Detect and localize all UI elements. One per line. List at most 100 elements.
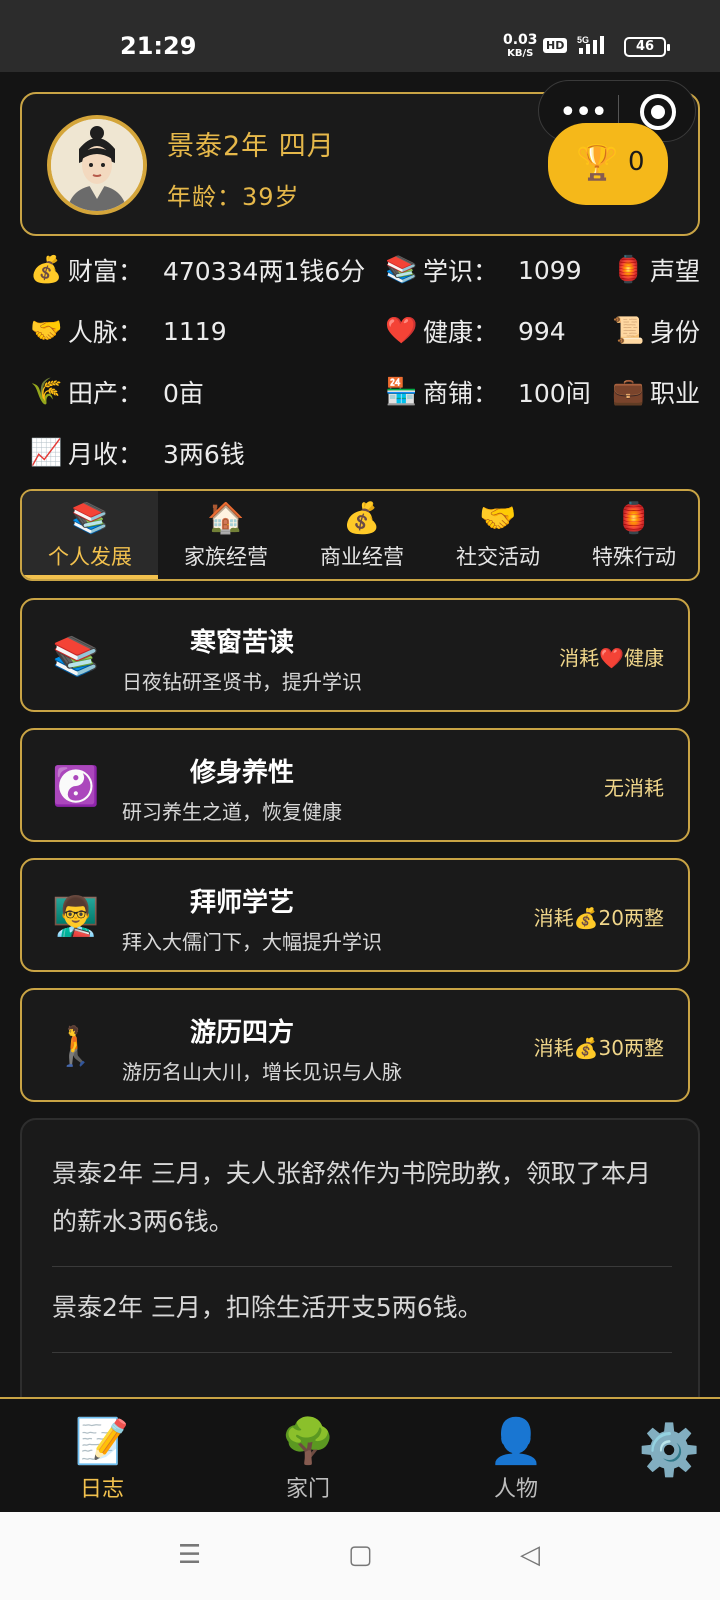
tab-family-management[interactable]: 🏠 家族经营 [158,491,294,579]
handshake-icon: 🤝 [30,316,63,346]
teacher-icon: 👨‍🏫 [52,894,100,938]
action-title: 修身养性 [189,758,294,788]
stat-value: 1099 [518,255,582,285]
nav-label: 日志 [79,1477,124,1502]
tab-personal-development[interactable]: 📚 个人发展 [22,491,158,579]
action-apprentice[interactable]: 👨‍🏫 拜师学艺 拜入大儒门下，大幅提升学识 消耗💰20两整 [20,858,690,972]
nav-family[interactable]: 🌳 家门 [268,1399,348,1503]
trophy-count: 0 [628,147,645,177]
network-speed-value: 0.03 [503,32,538,48]
log-divider [52,1352,672,1353]
books-icon: 📚 [71,501,109,536]
books-icon: 📚 [385,255,418,285]
signal-icon: 5G [577,34,617,60]
tab-label: 个人发展 [48,545,132,569]
tab-label: 家族经营 [184,545,268,569]
avatar[interactable] [47,115,147,215]
action-travel[interactable]: 🚶 游历四方 游历名山大川，增长见识与人脉 消耗💰30两整 [20,988,690,1102]
chart-up-icon: 📈 [30,438,63,468]
action-cost: 无消耗 [604,776,664,800]
trophy-button[interactable]: 🏆 0 [548,123,668,205]
age-label: 年龄：39岁 [167,183,300,211]
stat-career: 💼 职业 [612,374,720,410]
main-content: 景泰2年 四月 年龄：39岁 ••• 🏆 0 💰 财富： 470334两1钱6分… [0,72,720,1418]
stat-label: 学识： [423,257,499,286]
books-icon: 📚 [52,634,100,678]
money-bag-icon: 💰 [343,501,381,536]
stat-income: 📈 月收： 3两6钱 [30,435,245,471]
walking-person-icon: 🚶 [52,1024,100,1068]
stat-label: 职业 [650,379,701,408]
stat-label: 田产： [68,379,144,408]
nav-label: 家门 [285,1477,330,1502]
tab-business[interactable]: 💰 商业经营 [294,491,430,579]
status-bar: 21:29 0.03 KB/S HD 5G 46 [0,0,720,72]
yin-yang-icon: ☯️ [52,764,100,808]
stat-prestige: 🏮 声望 [612,252,720,288]
event-log[interactable]: 景泰2年 三月，夫人张舒然作为书院助教，领取了本月的薪水3两6钱。 景泰2年 三… [20,1118,700,1418]
log-entry: 景泰2年 三月，夫人张舒然作为书院助教，领取了本月的薪水3两6钱。 [52,1159,651,1236]
heart-icon: ❤️ [385,316,418,346]
stat-value: 1119 [163,316,227,346]
tab-special[interactable]: 🏮 特殊行动 [566,491,698,579]
tab-label: 特殊行动 [592,545,676,569]
nav-label: 人物 [493,1477,538,1502]
home-icon[interactable]: ▢ [348,1540,373,1570]
lantern-icon: 🏮 [615,501,653,536]
network-speed-unit: KB/S [507,48,534,59]
net-type-label: 5G [577,35,589,45]
battery-icon: 46 [624,37,670,57]
stat-label: 声望 [650,257,701,286]
stat-farmland: 🌾 田产： 0亩 [30,374,204,410]
stat-label: 人脉： [68,318,144,347]
action-title: 游历四方 [189,1018,294,1048]
shop-icon: 🏪 [385,377,418,407]
stat-label: 商铺： [423,379,499,408]
trophy-icon: 🏆 [576,143,619,183]
stat-value: 470334两1钱6分 [163,257,366,286]
tab-label: 社交活动 [456,545,540,569]
handshake-icon: 🤝 [479,501,517,536]
stat-label: 身份 [650,318,701,347]
tab-social[interactable]: 🤝 社交活动 [430,491,566,579]
hd-icon: HD [543,38,568,53]
stat-label: 健康： [423,318,499,347]
system-navigation-bar: ☰ ▢ ◁ [0,1512,720,1600]
stat-wealth: 💰 财富： 470334两1钱6分 [30,252,365,288]
bottom-navigation: 📝 日志 🌳 家门 👤 人物 ⚙️ [0,1397,720,1512]
tab-label: 商业经营 [320,545,404,569]
stat-label: 财富： [68,257,144,286]
action-desc: 日夜钻研圣贤书，提升学识 [122,670,362,694]
settings-gear-icon[interactable]: ⚙️ [638,1421,700,1480]
tree-icon: 🌳 [280,1416,336,1467]
action-study[interactable]: 📚 寒窗苦读 日夜钻研圣贤书，提升学识 消耗❤️健康 [20,598,690,712]
close-miniprogram-icon[interactable] [640,94,676,130]
clock: 21:29 [120,32,197,60]
scroll-icon: 📜 [612,316,645,346]
stat-connections: 🤝 人脉： 1119 [30,313,227,349]
stat-label: 月收： [68,440,144,469]
action-title: 寒窗苦读 [189,628,294,658]
house-icon: 🏠 [207,501,245,536]
stat-value: 0亩 [163,379,204,408]
stat-value: 994 [518,316,566,346]
game-date: 景泰2年 四月 [167,131,335,162]
memo-icon: 📝 [74,1416,130,1467]
action-desc: 游历名山大川，增长见识与人脉 [122,1060,402,1084]
lantern-icon: 🏮 [612,255,645,285]
back-icon[interactable]: ◁ [520,1540,540,1570]
action-cultivate[interactable]: ☯️ 修身养性 研习养生之道，恢复健康 无消耗 [20,728,690,842]
network-speed: 0.03 KB/S [503,32,538,60]
stat-value: 100间 [518,379,591,408]
stat-shops: 🏪 商铺： 100间 [385,374,591,410]
nav-log[interactable]: 📝 日志 [62,1399,142,1503]
log-divider [52,1266,672,1267]
stat-health: ❤️ 健康： 994 [385,313,566,349]
stats-panel: 💰 财富： 470334两1钱6分 📚 学识： 1099 🏮 声望 🤝 人脉： … [0,248,720,498]
category-tabs: 📚 个人发展 🏠 家族经营 💰 商业经营 🤝 社交活动 🏮 特殊行动 [20,489,700,581]
nav-character[interactable]: 👤 人物 [476,1399,556,1503]
stat-status: 📜 身份 [612,313,720,349]
briefcase-icon: 💼 [612,377,645,407]
menu-icon[interactable]: ☰ [178,1540,201,1570]
rice-icon: 🌾 [30,377,63,407]
